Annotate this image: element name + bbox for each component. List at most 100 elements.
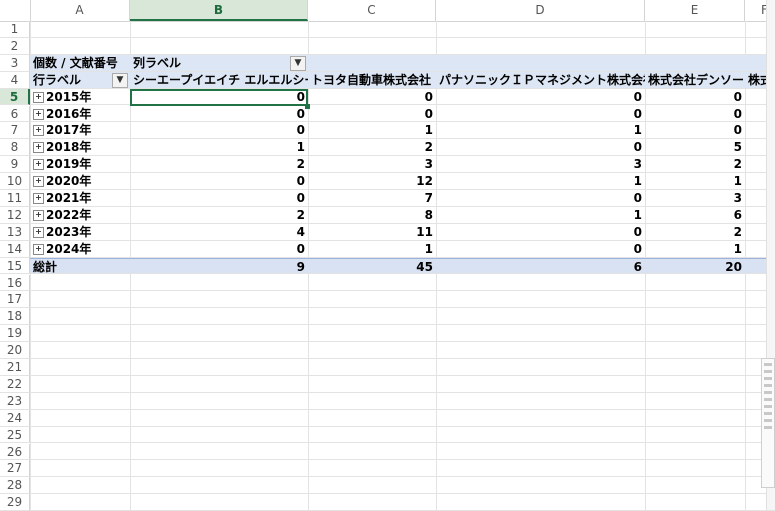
pivot-grand-total-cell[interactable]: 9 xyxy=(130,259,308,274)
pivot-value-cell[interactable]: 1 xyxy=(436,207,645,223)
spreadsheet-grid[interactable]: A B C D E F 1 2 3 個数 / 文献番号 列ラベル ▼ 4 行ラベル ▼ シーエープイエイチ エ… xyxy=(0,0,775,511)
pivot-value-cell[interactable]: 2 xyxy=(308,139,436,155)
expand-icon[interactable]: + xyxy=(33,159,44,171)
row-header-8[interactable]: 8 xyxy=(0,139,30,157)
pivot-year-label[interactable]: +2020年 xyxy=(30,173,130,189)
expand-icon[interactable]: + xyxy=(33,91,44,103)
row-header-12[interactable]: 12 xyxy=(0,206,30,224)
pivot-value-cell[interactable]: 1 xyxy=(645,241,745,257)
row-header-2[interactable]: 2 xyxy=(0,37,30,55)
fill-handle[interactable] xyxy=(305,103,310,109)
pivot-value-cell[interactable]: 0 xyxy=(130,122,308,138)
pivot-value-cell[interactable]: 2 xyxy=(130,156,308,172)
column-header-c[interactable]: C xyxy=(308,0,436,21)
row-header-20[interactable]: 20 xyxy=(0,342,30,359)
pivot-year-label[interactable]: +2017年 xyxy=(30,122,130,138)
expand-icon[interactable]: + xyxy=(33,176,44,188)
column-header-e[interactable]: E xyxy=(645,0,745,21)
column-header-b[interactable]: B xyxy=(130,0,308,21)
expand-icon[interactable]: + xyxy=(33,243,44,255)
filter-dropdown-icon[interactable]: ▼ xyxy=(112,72,128,88)
pivot-value-cell[interactable]: 0 xyxy=(308,89,436,105)
pivot-value-cell[interactable]: 8 xyxy=(308,207,436,223)
pivot-value-cell[interactable]: 3 xyxy=(645,190,745,206)
pivot-value-cell[interactable]: 1 xyxy=(308,122,436,138)
row-header-24[interactable]: 24 xyxy=(0,409,30,427)
expand-icon[interactable]: + xyxy=(33,108,44,120)
row-header-18[interactable]: 18 xyxy=(0,308,30,326)
row-header-26[interactable]: 26 xyxy=(0,443,30,461)
pivot-year-label[interactable]: +2024年 xyxy=(30,241,130,257)
pivot-row-labels[interactable]: 行ラベル ▼ xyxy=(30,72,130,88)
pivot-value-cell[interactable]: 2 xyxy=(645,156,745,172)
row-header-4[interactable]: 4 xyxy=(0,71,30,89)
pivot-value-cell[interactable]: 0 xyxy=(436,89,645,105)
pivot-value-cell[interactable]: 0 xyxy=(645,122,745,138)
pivot-value-cell[interactable]: 0 xyxy=(130,173,308,189)
row-header-7[interactable]: 7 xyxy=(0,122,30,140)
row-header-11[interactable]: 11 xyxy=(0,190,30,207)
pivot-year-label[interactable]: +2023年 xyxy=(30,224,130,240)
pivot-value-cell[interactable]: 4 xyxy=(130,224,308,240)
pivot-value-cell[interactable]: 0 xyxy=(436,106,645,122)
pivot-value-cell[interactable]: 7 xyxy=(308,190,436,206)
pivot-year-label[interactable]: +2022年 xyxy=(30,207,130,223)
pivot-value-cell[interactable]: 1 xyxy=(436,173,645,189)
pivot-value-cell[interactable]: 6 xyxy=(645,207,745,223)
row-header-28[interactable]: 28 xyxy=(0,477,30,495)
expand-icon[interactable]: + xyxy=(33,193,44,204)
expand-icon[interactable]: + xyxy=(33,226,44,238)
row-header-21[interactable]: 21 xyxy=(0,359,30,376)
pivot-value-cell[interactable]: 0 xyxy=(130,241,308,257)
row-header-13[interactable]: 13 xyxy=(0,223,30,241)
pivot-value-cell[interactable]: 2 xyxy=(645,224,745,240)
pivot-year-label[interactable]: +2019年 xyxy=(30,156,130,172)
filter-dropdown-icon[interactable]: ▼ xyxy=(290,55,306,71)
pivot-value-cell[interactable]: 0 xyxy=(436,224,645,240)
pivot-value-cell[interactable]: 5 xyxy=(645,139,745,155)
pivot-field-list-thumbnail[interactable] xyxy=(761,358,775,488)
expand-icon[interactable]: + xyxy=(33,125,44,137)
row-header-6[interactable]: 6 xyxy=(0,105,30,123)
pivot-value-cell[interactable]: 0 xyxy=(308,106,436,122)
pivot-value-cell[interactable]: 3 xyxy=(436,156,645,172)
expand-icon[interactable]: + xyxy=(33,142,44,154)
pivot-year-label[interactable]: +2015年 xyxy=(30,89,130,105)
pivot-value-cell[interactable]: 0 xyxy=(436,139,645,155)
row-header-14[interactable]: 14 xyxy=(0,240,30,258)
pivot-value-cell[interactable]: 1 xyxy=(436,122,645,138)
pivot-value-cell[interactable]: 0 xyxy=(130,106,308,122)
pivot-value-field-label[interactable]: 個数 / 文献番号 xyxy=(30,55,130,71)
row-header-1[interactable]: 1 xyxy=(0,21,30,38)
column-header-a[interactable]: A xyxy=(30,0,130,21)
pivot-value-cell[interactable]: 12 xyxy=(308,173,436,189)
row-header-5[interactable]: 5 xyxy=(0,88,30,106)
pivot-value-cell[interactable]: 11 xyxy=(308,224,436,240)
row-header-22[interactable]: 22 xyxy=(0,375,30,393)
row-header-9[interactable]: 9 xyxy=(0,156,30,174)
pivot-year-label[interactable]: +2018年 xyxy=(30,139,130,155)
row-header-10[interactable]: 10 xyxy=(0,173,30,190)
pivot-grand-total-cell[interactable]: 45 xyxy=(308,259,436,274)
pivot-value-cell[interactable]: 0 xyxy=(645,106,745,122)
row-header-19[interactable]: 19 xyxy=(0,325,30,343)
pivot-company-header[interactable]: パナソニックＩＰマネジメント株式会社 xyxy=(436,72,645,88)
pivot-grand-total-cell[interactable]: 20 xyxy=(645,259,745,274)
pivot-value-cell[interactable]: 0 xyxy=(645,89,745,105)
pivot-value-cell[interactable]: 3 xyxy=(308,156,436,172)
pivot-value-cell[interactable]: 0 xyxy=(436,190,645,206)
row-header-27[interactable]: 27 xyxy=(0,460,30,478)
pivot-company-header[interactable]: トヨタ自動車株式会社 xyxy=(308,72,436,88)
row-header-3[interactable]: 3 xyxy=(0,54,30,72)
pivot-value-cell[interactable]: 1 xyxy=(308,241,436,257)
row-header-15[interactable]: 15 xyxy=(0,257,30,275)
pivot-value-cell[interactable]: 0 xyxy=(130,190,308,206)
row-header-17[interactable]: 17 xyxy=(0,291,30,309)
row-header-25[interactable]: 25 xyxy=(0,426,30,444)
pivot-value-cell[interactable]: 2 xyxy=(130,207,308,223)
column-header-d[interactable]: D xyxy=(436,0,645,21)
pivot-value-cell[interactable]: 1 xyxy=(130,139,308,155)
pivot-grand-total-cell[interactable]: 6 xyxy=(436,259,645,274)
pivot-company-header[interactable]: 株式会社デンソー xyxy=(645,72,745,88)
active-cell-selection[interactable] xyxy=(130,88,308,107)
